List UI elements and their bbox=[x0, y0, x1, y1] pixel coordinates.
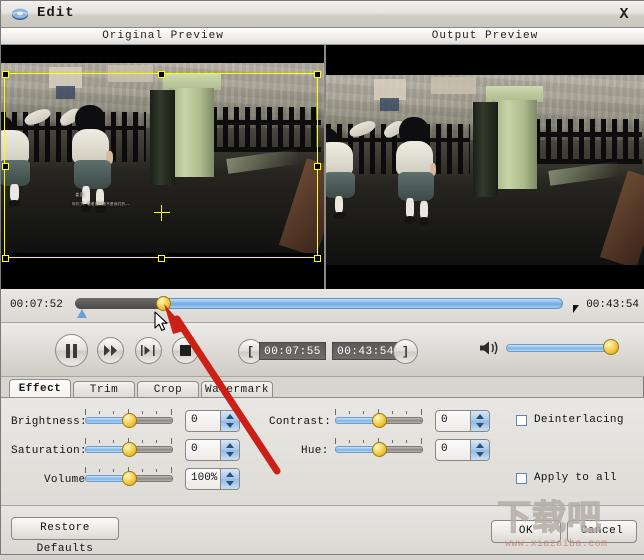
hue-slider[interactable] bbox=[335, 438, 423, 458]
stepper-up-icon[interactable] bbox=[476, 414, 484, 419]
contrast-slider[interactable] bbox=[335, 409, 423, 429]
disc-icon bbox=[12, 8, 28, 20]
volume-effect-slider[interactable] bbox=[85, 467, 173, 487]
saturation-slider[interactable] bbox=[85, 438, 173, 458]
deinterlacing-label: Deinterlacing bbox=[534, 414, 624, 426]
timeline-current-time: 00:07:52 bbox=[10, 299, 63, 311]
stop-button[interactable] bbox=[172, 337, 199, 364]
crop-handle-mr[interactable] bbox=[314, 163, 321, 170]
crop-center-crosshair-v bbox=[161, 205, 162, 221]
footer-bar: Restore Defaults OK Cancel bbox=[1, 506, 644, 555]
next-frame-button[interactable] bbox=[135, 337, 162, 364]
brightness-value: 0 bbox=[191, 414, 198, 426]
original-preview[interactable]: 姜园 你们了！看着我家是不是我们的—— bbox=[1, 45, 324, 289]
crop-handle-tr[interactable] bbox=[314, 71, 321, 78]
crop-selection-rect[interactable] bbox=[4, 73, 318, 258]
crop-handle-tm[interactable] bbox=[158, 71, 165, 78]
ok-button[interactable]: OK bbox=[491, 520, 561, 543]
transport-bar: [ 00:07:55 00:43:54 ] bbox=[1, 323, 644, 377]
volume-effect-slider-knob[interactable] bbox=[122, 471, 137, 486]
stepper-down-icon[interactable] bbox=[226, 423, 234, 428]
speaker-icon[interactable] bbox=[479, 340, 501, 356]
timeline-slider[interactable] bbox=[75, 296, 563, 311]
stepper-up-icon[interactable] bbox=[226, 443, 234, 448]
stepper-up-icon[interactable] bbox=[226, 472, 234, 477]
timeline-remaining-fill bbox=[160, 298, 563, 309]
preview-area: 姜园 你们了！看着我家是不是我们的—— bbox=[1, 45, 644, 289]
tab-effect[interactable]: Effect bbox=[9, 379, 71, 398]
tab-trim[interactable]: Trim bbox=[73, 381, 135, 398]
contrast-value: 0 bbox=[441, 414, 448, 426]
timeline-drag-marker bbox=[77, 309, 87, 318]
volume-spinner[interactable]: 100% bbox=[185, 468, 240, 490]
brightness-slider[interactable] bbox=[85, 409, 173, 429]
apply-to-all-checkbox[interactable] bbox=[516, 472, 527, 484]
stepper-down-icon[interactable] bbox=[476, 452, 484, 457]
crop-center-crosshair-h bbox=[154, 212, 170, 213]
hue-stepper[interactable] bbox=[470, 440, 489, 460]
stepper-up-icon[interactable] bbox=[476, 443, 484, 448]
brightness-stepper[interactable] bbox=[220, 411, 239, 431]
hue-value: 0 bbox=[441, 443, 448, 455]
crop-handle-bl[interactable] bbox=[2, 255, 9, 262]
timeline-knob[interactable] bbox=[156, 296, 171, 311]
hue-spinner[interactable]: 0 bbox=[435, 439, 490, 461]
contrast-label: Contrast: bbox=[269, 416, 332, 428]
mark-out-button[interactable]: ] bbox=[393, 339, 418, 364]
effect-panel: Brightness: 0 Saturation: 0 Volume: 100%… bbox=[1, 398, 644, 506]
timeline-bar: 00:07:52 00:43:54 bbox=[1, 289, 644, 323]
crop-handle-bm[interactable] bbox=[158, 255, 165, 262]
brightness-label: Brightness: bbox=[11, 416, 87, 428]
stepper-down-icon[interactable] bbox=[476, 423, 484, 428]
output-preview[interactable] bbox=[326, 45, 644, 289]
tab-crop[interactable]: Crop bbox=[137, 381, 199, 398]
brightness-slider-knob[interactable] bbox=[122, 413, 137, 428]
volume-value: 100% bbox=[191, 472, 218, 484]
edit-dialog: Edit X Original Preview Output Preview 姜… bbox=[0, 0, 644, 555]
brightness-spinner[interactable]: 0 bbox=[185, 410, 240, 432]
contrast-stepper[interactable] bbox=[470, 411, 489, 431]
deinterlacing-checkbox-row[interactable]: Deinterlacing bbox=[516, 414, 624, 426]
cancel-button[interactable]: Cancel bbox=[567, 520, 637, 543]
original-preview-label: Original Preview bbox=[102, 30, 224, 42]
pause-button[interactable] bbox=[55, 334, 88, 367]
hue-label: Hue: bbox=[301, 445, 329, 457]
tab-bar: Effect Trim Crop Watermark bbox=[1, 379, 644, 398]
saturation-spinner[interactable]: 0 bbox=[185, 439, 240, 461]
timeline-elapsed-fill bbox=[75, 298, 166, 309]
tab-watermark[interactable]: Watermark bbox=[201, 381, 273, 398]
volume-stepper[interactable] bbox=[220, 469, 239, 489]
apply-to-all-label: Apply to all bbox=[534, 472, 617, 484]
stepper-down-icon[interactable] bbox=[226, 481, 234, 486]
crop-handle-br[interactable] bbox=[314, 255, 321, 262]
volume-slider-track[interactable] bbox=[506, 344, 609, 352]
volume-control[interactable] bbox=[479, 338, 639, 360]
saturation-value: 0 bbox=[191, 443, 198, 455]
saturation-stepper[interactable] bbox=[220, 440, 239, 460]
preview-header-bar: Original Preview Output Preview bbox=[1, 28, 644, 45]
crop-handle-tl[interactable] bbox=[2, 71, 9, 78]
deinterlacing-checkbox[interactable] bbox=[516, 414, 527, 426]
contrast-spinner[interactable]: 0 bbox=[435, 410, 490, 432]
hue-slider-knob[interactable] bbox=[372, 442, 387, 457]
contrast-slider-knob[interactable] bbox=[372, 413, 387, 428]
title-bar: Edit X bbox=[1, 1, 644, 28]
timeline-total-time: 00:43:54 bbox=[586, 299, 639, 311]
start-time-display[interactable]: 00:07:55 bbox=[259, 342, 326, 360]
saturation-label: Saturation: bbox=[11, 445, 87, 457]
stepper-up-icon[interactable] bbox=[226, 414, 234, 419]
stepper-down-icon[interactable] bbox=[226, 452, 234, 457]
restore-defaults-button[interactable]: Restore Defaults bbox=[11, 517, 119, 555]
end-time-display[interactable]: 00:43:54 bbox=[332, 342, 399, 360]
output-preview-label: Output Preview bbox=[431, 30, 539, 42]
saturation-slider-knob[interactable] bbox=[122, 442, 137, 457]
apply-to-all-checkbox-row[interactable]: Apply to all bbox=[516, 472, 617, 484]
window-title: Edit bbox=[37, 5, 75, 21]
range-selector: [ 00:07:55 00:43:54 ] bbox=[238, 339, 458, 364]
volume-slider-knob[interactable] bbox=[603, 339, 619, 355]
fast-forward-button[interactable] bbox=[97, 337, 124, 364]
close-button[interactable]: X bbox=[607, 2, 641, 26]
timeline-end-marker bbox=[573, 305, 579, 313]
crop-handle-ml[interactable] bbox=[2, 163, 9, 170]
